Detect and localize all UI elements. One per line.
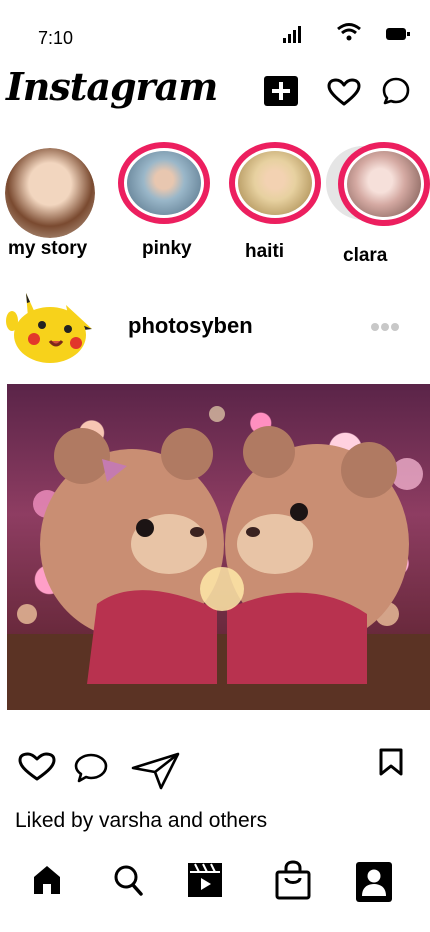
story-label: pinky — [142, 238, 192, 259]
instagram-logo[interactable]: Instagram — [6, 64, 218, 109]
battery-icon — [386, 27, 410, 41]
status-time: 7:10 — [38, 28, 74, 48]
comment-icon[interactable] — [74, 753, 108, 783]
post-username[interactable]: photosyben — [128, 313, 253, 339]
story-label: clara — [343, 245, 388, 266]
messenger-icon[interactable] — [382, 77, 410, 105]
post-image[interactable] — [7, 384, 430, 710]
story-label: haiti — [245, 241, 285, 262]
like-icon[interactable] — [18, 752, 56, 782]
heart-icon[interactable] — [327, 78, 361, 106]
story-avatar-clara[interactable] — [338, 142, 430, 226]
more-options-icon[interactable] — [370, 321, 400, 333]
signal-icon — [282, 24, 304, 44]
post-avatar[interactable] — [6, 285, 94, 367]
shop-icon[interactable] — [275, 860, 311, 900]
profile-icon[interactable] — [356, 862, 392, 902]
share-icon[interactable] — [131, 752, 181, 790]
reels-icon[interactable] — [187, 862, 223, 898]
bookmark-icon[interactable] — [378, 748, 404, 776]
story-label: my story — [8, 238, 88, 259]
wifi-icon — [336, 22, 362, 42]
story-avatar-haiti[interactable] — [229, 142, 321, 224]
story-avatar-pinky[interactable] — [118, 142, 210, 224]
home-icon[interactable] — [33, 864, 61, 896]
new-post-icon[interactable] — [264, 76, 298, 106]
likes-text: Liked by varsha and others — [15, 809, 268, 832]
search-icon[interactable] — [113, 864, 143, 896]
story-avatar-my-story[interactable] — [5, 148, 95, 238]
